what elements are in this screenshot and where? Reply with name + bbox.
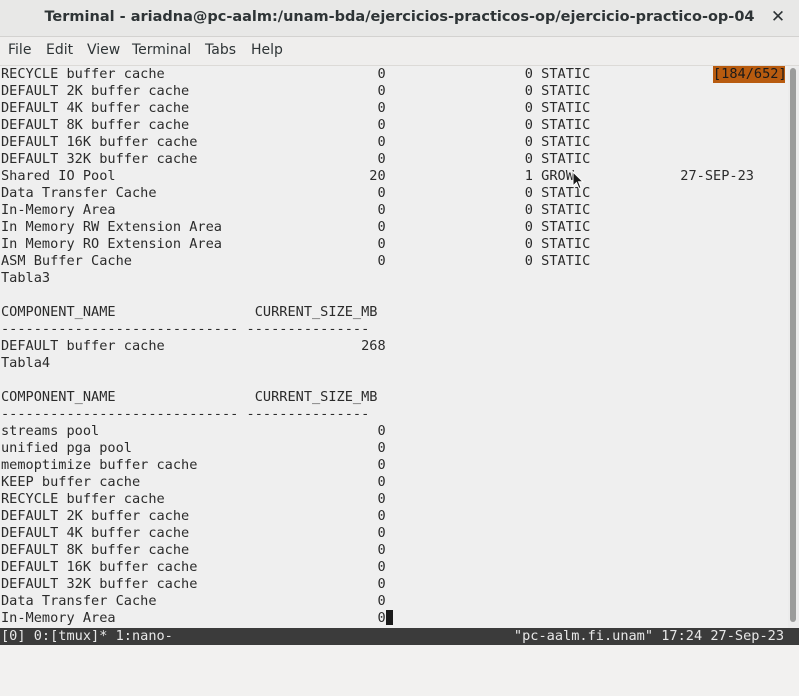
terminal-line: DEFAULT 32K buffer cache 0 0 STATIC (1, 151, 591, 167)
menu-view[interactable]: View (87, 42, 120, 58)
terminal-line: DEFAULT 16K buffer cache 0 0 STATIC (1, 134, 591, 150)
terminal-line: Data Transfer Cache 0 0 STATIC (1, 185, 591, 201)
terminal-line: DEFAULT 16K buffer cache 0 (1, 559, 386, 575)
menu-terminal[interactable]: Terminal (132, 42, 191, 58)
terminal-line: COMPONENT_NAME CURRENT_SIZE_MB (1, 304, 378, 320)
terminal-line: DEFAULT 4K buffer cache 0 0 STATIC (1, 100, 591, 116)
terminal-line: ----------------------------- ----------… (1, 406, 370, 422)
terminal-line: memoptimize buffer cache 0 (1, 457, 386, 473)
scrollbar-thumb[interactable] (790, 68, 796, 622)
menu-tabs[interactable]: Tabs (205, 42, 236, 58)
terminal-line: In Memory RO Extension Area 0 0 STATIC (1, 236, 591, 252)
menu-bar: File Edit View Terminal Tabs Help (0, 37, 799, 66)
terminal-line: Data Transfer Cache 0 (1, 593, 386, 609)
tmux-status-bar: [0] 0:[tmux]* 1:nano- "pc-aalm.fi.unam" … (0, 628, 799, 645)
terminal-line: COMPONENT_NAME CURRENT_SIZE_MB (1, 389, 378, 405)
tmux-window-list[interactable]: [0] 0:[tmux]* 1:nano- (1, 628, 173, 645)
terminal-line: KEEP buffer cache 0 (1, 474, 386, 490)
terminal-line: streams pool 0 (1, 423, 386, 439)
terminal-line: Tabla3 (1, 270, 51, 286)
terminal-line: In-Memory Area 0 (1, 610, 393, 627)
terminal-line: ASM Buffer Cache 0 0 STATIC (1, 253, 591, 269)
terminal-window: Terminal - ariadna@pc-aalm:/unam-bda/eje… (0, 0, 799, 645)
text-cursor (385, 610, 393, 625)
terminal-line: DEFAULT 4K buffer cache 0 (1, 525, 386, 541)
terminal-line: unified pga pool 0 (1, 440, 386, 456)
tmux-host-clock: "pc-aalm.fi.unam" 17:24 27-Sep-23 (513, 628, 784, 644)
terminal-line: DEFAULT 2K buffer cache 0 (1, 508, 386, 524)
scroll-position-badge: [184/652] (713, 66, 787, 83)
menu-edit[interactable]: Edit (46, 42, 73, 58)
mouse-pointer-icon (572, 171, 584, 190)
terminal-line: Shared IO Pool 20 1 GROW 27-SEP-23 (1, 168, 754, 184)
terminal-line: DEFAULT 32K buffer cache 0 (1, 576, 386, 592)
close-icon[interactable]: ✕ (769, 7, 787, 27)
menu-file[interactable]: File (8, 42, 31, 58)
terminal-line: DEFAULT 8K buffer cache 0 (1, 542, 386, 558)
terminal-line: RECYCLE buffer cache 0 0 STATIC (1, 66, 591, 82)
terminal-line: In-Memory Area 0 0 STATIC (1, 202, 591, 218)
terminal-line: ----------------------------- ----------… (1, 321, 370, 337)
terminal-output[interactable]: RECYCLE buffer cache 0 0 STATIC DEFAULT 2… (0, 66, 788, 628)
terminal-line: DEFAULT 8K buffer cache 0 0 STATIC (1, 117, 591, 133)
terminal-line: DEFAULT 2K buffer cache 0 0 STATIC (1, 83, 591, 99)
terminal-line: In Memory RW Extension Area 0 0 STATIC (1, 219, 591, 235)
title-bar[interactable]: Terminal - ariadna@pc-aalm:/unam-bda/eje… (0, 0, 799, 37)
terminal-line: RECYCLE buffer cache 0 (1, 491, 386, 507)
terminal-line: Tabla4 (1, 355, 51, 371)
vertical-scrollbar[interactable] (788, 66, 799, 628)
window-title: Terminal - ariadna@pc-aalm:/unam-bda/eje… (44, 9, 755, 25)
terminal-line: DEFAULT buffer cache 268 (1, 338, 386, 354)
menu-help[interactable]: Help (251, 42, 283, 58)
